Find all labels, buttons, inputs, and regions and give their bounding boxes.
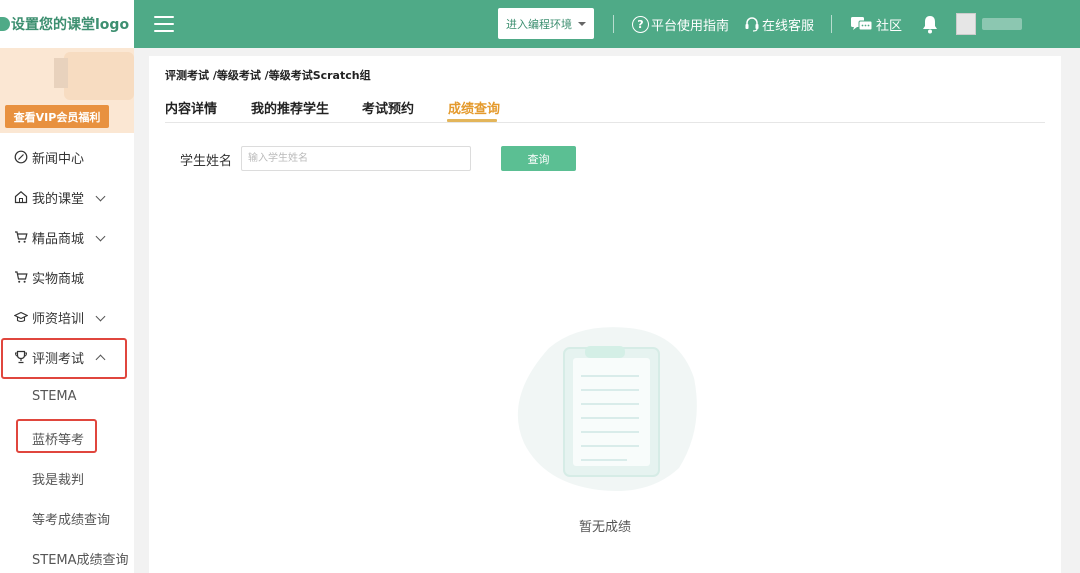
sidebar-item-physical-mall[interactable]: 实物商城 (0, 262, 134, 292)
sidebar-item-label: 实物商城 (32, 272, 85, 287)
service-link[interactable]: 在线客服 (744, 14, 814, 34)
logo[interactable]: 设置您的课堂logo (0, 0, 134, 48)
main-panel: 评测考试 /等级考试 /等级考试Scratch组 内容详情 我的推荐学生 考试预… (149, 56, 1061, 573)
enter-programming-env-button[interactable]: 进入编程环境 (498, 8, 594, 39)
caret-down-icon (578, 21, 586, 26)
sidebar-item-label: 新闻中心 (32, 152, 85, 167)
user-name-blurred[interactable] (982, 18, 1022, 30)
sidebar-subitem-stema-score-query[interactable]: STEMA成绩查询 (32, 549, 129, 568)
divider (613, 15, 614, 33)
service-label: 在线客服 (762, 18, 815, 34)
tab-exam-booking[interactable]: 考试预约 (362, 98, 414, 117)
env-button-label: 进入编程环境 (506, 17, 572, 31)
chat-icon (851, 17, 873, 31)
graduation-cap-icon (14, 311, 28, 323)
chevron-down-icon (95, 231, 106, 242)
empty-state-text: 暂无成绩 (578, 520, 631, 535)
top-bar: 进入编程环境 ? 平台使用指南 在线客服 社区 (134, 0, 1080, 48)
sidebar-subitem-referee[interactable]: 我是裁判 (32, 469, 84, 488)
community-label: 社区 (876, 18, 903, 34)
guide-label: 平台使用指南 (651, 18, 730, 34)
sidebar-subitem-stema[interactable]: STEMA (32, 389, 77, 404)
vip-benefits-button[interactable]: 查看VIP会员福利 (5, 105, 109, 128)
headset-icon (745, 17, 759, 32)
cart-icon (15, 271, 28, 283)
sidebar: 查看VIP会员福利 新闻中心 我的课堂 精品商城 实物商城 师资培训 评测考试 … (0, 48, 134, 573)
student-name-input[interactable] (241, 146, 471, 171)
banner-graphic (64, 52, 134, 100)
cart-icon (15, 231, 28, 243)
tab-content-details[interactable]: 内容详情 (165, 98, 217, 117)
sidebar-item-news[interactable]: 新闻中心 (0, 142, 134, 172)
sidebar-item-label: 我的课堂 (32, 192, 85, 207)
sidebar-item-label: 精品商城 (32, 232, 85, 247)
sidebar-item-teacher-training[interactable]: 师资培训 (0, 302, 134, 332)
help-icon: ? (632, 15, 649, 33)
compass-icon (14, 150, 28, 164)
banner-blur (54, 58, 68, 88)
community-link[interactable]: 社区 (851, 14, 902, 34)
home-icon (14, 191, 28, 204)
highlight-box-lanqiao (16, 419, 97, 453)
avatar[interactable] (956, 13, 976, 35)
tab-score-query[interactable]: 成绩查询 (448, 98, 500, 117)
sidebar-subitem-exam-score-query[interactable]: 等考成绩查询 (32, 509, 110, 528)
sidebar-item-my-class[interactable]: 我的课堂 (0, 182, 134, 212)
query-button[interactable]: 查询 (501, 146, 576, 171)
divider (831, 15, 832, 33)
bell-icon[interactable] (921, 14, 939, 34)
guide-link[interactable]: ? 平台使用指南 (632, 14, 729, 34)
sidebar-item-label: 师资培训 (32, 312, 85, 327)
menu-toggle-icon[interactable] (154, 16, 174, 32)
student-name-label: 学生姓名 (180, 154, 233, 169)
logo-text: 设置您的课堂logo (11, 17, 130, 33)
sidebar-item-premium-mall[interactable]: 精品商城 (0, 222, 134, 252)
breadcrumb: 评测考试 /等级考试 /等级考试Scratch组 (165, 69, 371, 82)
highlight-box-assessment (1, 338, 127, 379)
logo-icon (0, 17, 10, 31)
tab-recommended-students[interactable]: 我的推荐学生 (251, 98, 329, 117)
tabs-divider (165, 122, 1045, 123)
chevron-down-icon (95, 191, 106, 202)
vip-banner: 查看VIP会员福利 (0, 48, 134, 133)
chevron-down-icon (95, 311, 106, 322)
empty-clipboard-icon (517, 327, 697, 492)
